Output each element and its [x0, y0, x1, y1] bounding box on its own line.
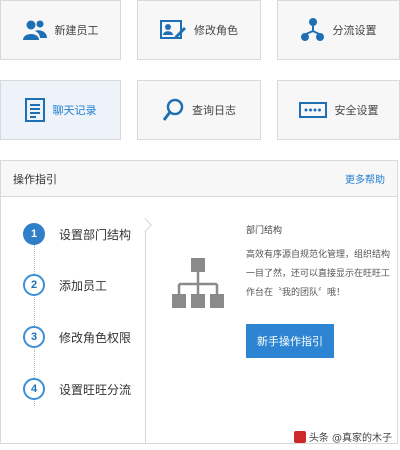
tile-new-employee[interactable]: 新建员工: [0, 0, 121, 60]
step-number: 4: [23, 378, 45, 400]
users-icon: [22, 19, 47, 41]
step-item[interactable]: 1 设置部门结构: [23, 223, 131, 245]
step-label: 设置旺旺分流: [59, 382, 132, 397]
step-label: 修改角色权限: [59, 330, 132, 345]
step-label: 设置部门结构: [59, 227, 132, 242]
edit-role-icon: [160, 19, 186, 41]
step-item[interactable]: 3 修改角色权限: [23, 326, 131, 348]
tile-label: 聊天记录: [52, 104, 97, 117]
tile-distribution[interactable]: 分流设置: [277, 0, 400, 60]
password-icon: [298, 102, 327, 118]
step-divider: [145, 219, 146, 444]
step-label: 添加员工: [59, 278, 108, 293]
detail-description: 高效有序源自规范化管理，组织结构一目了然，还可以直接显示在旺旺工作台在〝我的团队…: [246, 250, 391, 298]
more-help-link[interactable]: 更多帮助: [345, 171, 385, 186]
org-structure-icon: [170, 256, 226, 316]
tile-label: 查询日志: [192, 104, 236, 117]
toutiao-logo-icon: [293, 430, 306, 443]
step-number: 3: [23, 326, 45, 348]
detail-title: 部门结构: [246, 226, 283, 236]
step-list: 1 设置部门结构 2 添加员工 3 修改角色权限 4 设置旺旺分流: [1, 198, 147, 444]
watermark-text: 头条 @真家的木子: [308, 433, 392, 444]
step-number: 1: [23, 223, 45, 245]
search-icon: [162, 98, 184, 122]
step-number: 2: [23, 274, 45, 296]
distribution-icon: [300, 17, 325, 43]
tile-edit-role[interactable]: 修改角色: [137, 0, 261, 60]
step-item[interactable]: 2 添加员工: [23, 274, 107, 296]
step-item[interactable]: 4 设置旺旺分流: [23, 378, 131, 400]
tile-security[interactable]: 安全设置: [277, 80, 400, 140]
panel-header: 操作指引 更多帮助: [1, 161, 397, 197]
chat-record-icon: [24, 98, 45, 122]
tile-query-log[interactable]: 查询日志: [137, 80, 261, 140]
tile-label: 分流设置: [332, 24, 377, 37]
beginner-guide-button[interactable]: 新手操作指引: [246, 324, 334, 358]
watermark: 头条 @真家的木子: [293, 429, 392, 444]
tile-label: 新建员工: [54, 24, 99, 37]
tile-label: 修改角色: [194, 24, 238, 37]
tile-label: 安全设置: [334, 104, 379, 117]
panel-title: 操作指引: [13, 172, 57, 186]
tile-chat-record[interactable]: 聊天记录: [0, 80, 121, 140]
